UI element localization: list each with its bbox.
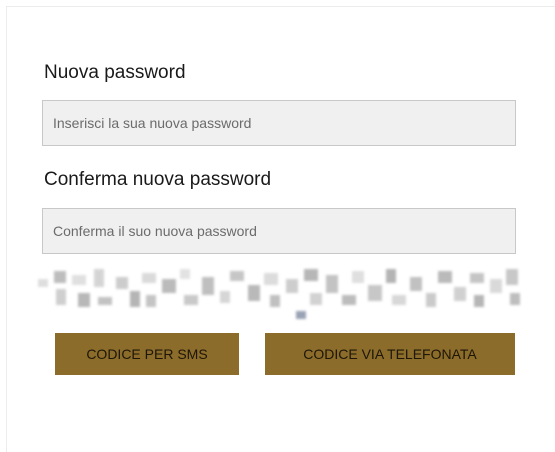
confirm-password-label: Conferma nuova password — [44, 169, 272, 190]
captcha-image — [38, 269, 520, 319]
phone-call-code-button[interactable]: CODICE VIA TELEFONATA — [265, 333, 515, 375]
password-reset-card: Nuova password Conferma nuova password C… — [6, 6, 555, 452]
confirm-password-input[interactable] — [42, 208, 516, 254]
sms-code-button[interactable]: CODICE PER SMS — [55, 333, 239, 375]
new-password-input[interactable] — [42, 100, 516, 146]
new-password-label: Nuova password — [44, 62, 186, 83]
